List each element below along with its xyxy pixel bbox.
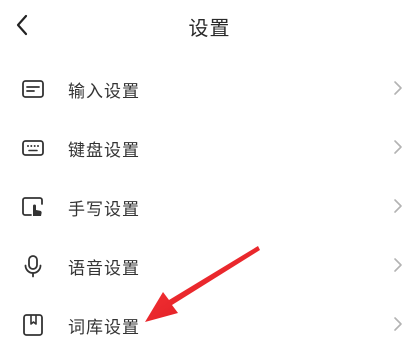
microphone-icon <box>20 253 46 279</box>
keyboard-icon <box>20 135 46 161</box>
menu-item-dictionary-settings[interactable]: 词库设置 <box>0 296 419 352</box>
menu-item-label: 语音设置 <box>68 259 140 279</box>
handwriting-icon <box>20 194 46 220</box>
menu-item-label: 词库设置 <box>68 318 140 338</box>
chevron-right-icon <box>394 199 402 213</box>
chevron-right-icon <box>394 317 402 331</box>
menu-item-label: 键盘设置 <box>68 141 140 161</box>
menu-item-label: 手写设置 <box>68 200 140 220</box>
menu-item-keyboard-settings[interactable]: 键盘设置 <box>0 119 419 175</box>
header-bar: 设置 <box>0 0 419 52</box>
chevron-right-icon <box>394 81 402 95</box>
page-title: 设置 <box>188 16 231 40</box>
chevron-right-icon <box>394 258 402 272</box>
menu-item-voice-settings[interactable]: 语音设置 <box>0 237 419 293</box>
menu-item-input-settings[interactable]: 输入设置 <box>0 60 419 116</box>
keyboard-input-icon <box>20 76 46 102</box>
menu-item-label: 输入设置 <box>68 82 140 102</box>
menu-item-handwriting-settings[interactable]: 手写设置 <box>0 178 419 234</box>
dictionary-icon <box>20 312 46 338</box>
chevron-right-icon <box>394 140 402 154</box>
